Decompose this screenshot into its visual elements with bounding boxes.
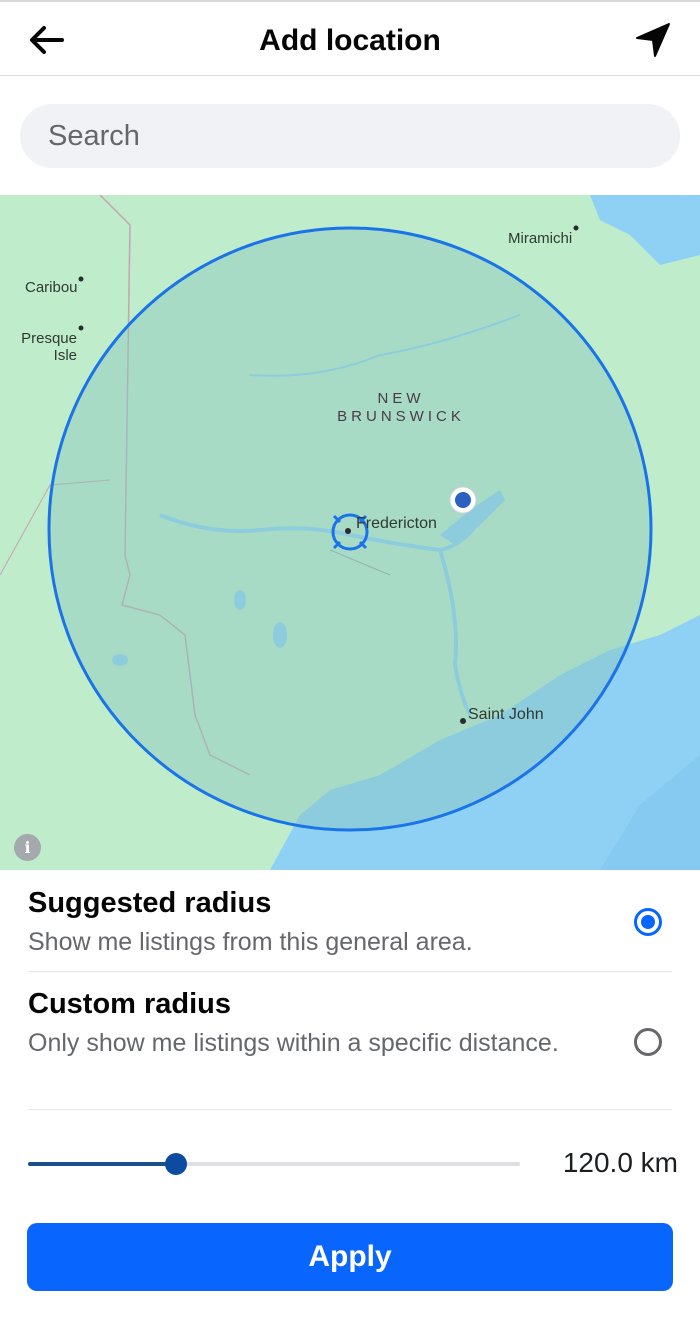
map-label-presque-isle: Presque Isle [21, 330, 77, 364]
radius-slider[interactable] [28, 1150, 520, 1178]
map-graphic [0, 195, 700, 870]
map-label-fredericton: Fredericton [356, 515, 437, 532]
map-label-saint-john: Saint John [468, 706, 544, 723]
map-info-button[interactable]: i [14, 834, 41, 861]
map-city-dot [573, 225, 579, 231]
option-title: Suggested radius [28, 887, 272, 919]
map-city-dot [78, 325, 84, 331]
header-bar: Add location [0, 2, 700, 76]
map-view[interactable]: Miramichi Caribou Presque Isle NEW BRUNS… [0, 195, 700, 870]
apply-button[interactable]: Apply [27, 1223, 673, 1291]
map-city-dot [460, 718, 466, 724]
radio-suggested-radius[interactable] [634, 908, 662, 936]
slider-fill [28, 1162, 176, 1166]
map-city-dot [345, 528, 351, 534]
option-custom-radius[interactable]: Custom radius Only show me listings with… [28, 987, 672, 1062]
radio-custom-radius[interactable] [634, 1028, 662, 1056]
divider [28, 1109, 672, 1110]
radius-value: 120.0 km [562, 1147, 678, 1178]
map-label-province: NEW BRUNSWICK [337, 390, 465, 425]
option-title: Custom radius [28, 988, 232, 1020]
search-bar[interactable] [20, 104, 680, 168]
map-label-miramichi: Miramichi [508, 230, 573, 247]
option-suggested-radius[interactable]: Suggested radius Show me listings from t… [28, 886, 672, 961]
slider-thumb[interactable] [164, 1153, 187, 1175]
map-city-dot [78, 276, 84, 282]
page-title: Add location [259, 24, 441, 57]
divider [28, 971, 672, 972]
option-description: Show me listings from this general area. [28, 928, 473, 956]
navigation-arrow-icon [636, 23, 670, 57]
search-input[interactable] [20, 104, 680, 168]
option-description: Only show me listings within a specific … [28, 1029, 559, 1057]
map-label-caribou: Caribou [25, 279, 78, 296]
current-location-button[interactable] [628, 16, 678, 64]
map-location-dot [455, 492, 471, 508]
